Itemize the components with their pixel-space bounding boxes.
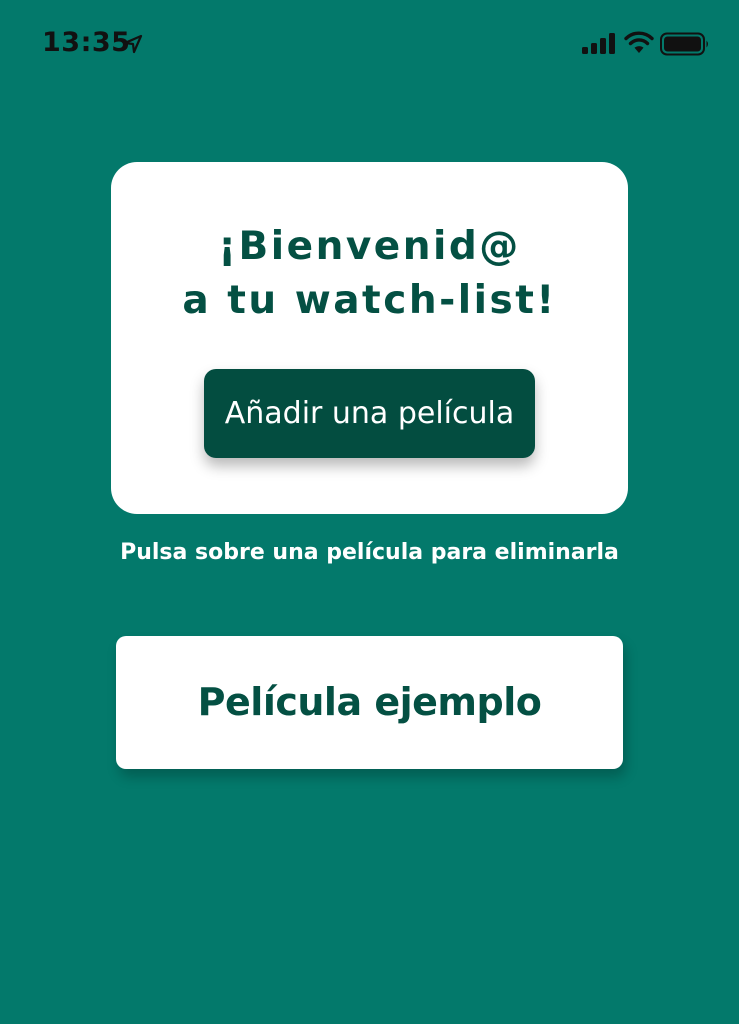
battery-icon (660, 32, 708, 56)
welcome-title-line2: a tu watch-list! (182, 278, 557, 323)
welcome-title: ¡Bienvenid@ a tu watch-list! (111, 220, 628, 328)
delete-hint-text: Pulsa sobre una película para eliminarla (120, 540, 619, 565)
movie-card[interactable]: Película ejemplo (116, 636, 623, 769)
status-time: 13:35 (42, 27, 131, 58)
welcome-title-line1: ¡Bienvenid@ (218, 224, 521, 269)
status-bar: 13:35 (0, 0, 739, 88)
movie-title: Película ejemplo (197, 680, 542, 724)
cellular-signal-icon (582, 33, 615, 54)
wifi-icon (624, 31, 654, 53)
location-arrow-icon (123, 34, 143, 54)
add-movie-button[interactable]: Añadir una película (204, 369, 535, 458)
welcome-card: ¡Bienvenid@ a tu watch-list! Añadir una … (111, 162, 628, 514)
